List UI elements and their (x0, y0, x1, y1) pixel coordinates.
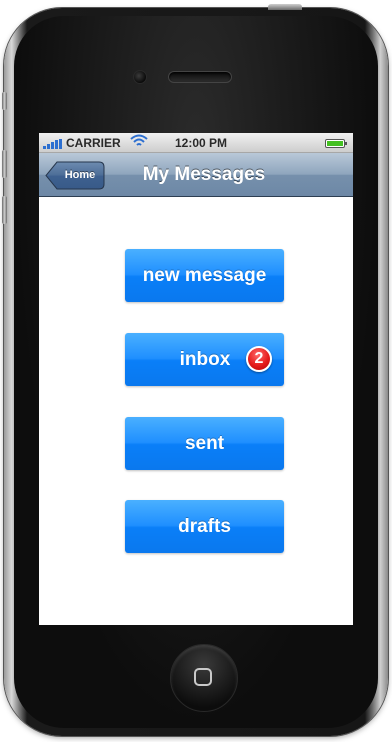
new-message-label: new message (142, 265, 267, 286)
sent-button[interactable]: sent (125, 417, 284, 470)
volume-up-button (2, 150, 7, 178)
home-back-label: Home (64, 169, 96, 181)
home-button[interactable] (170, 644, 238, 712)
page-title: My Messages (142, 164, 266, 185)
carrier-label: CARRIER (66, 136, 121, 150)
wifi-icon (130, 134, 148, 146)
battery-icon (325, 139, 347, 148)
home-back-button[interactable]: Home (45, 161, 105, 190)
inbox-button[interactable]: inbox 2 (125, 333, 284, 386)
new-message-button[interactable]: new message (125, 249, 284, 302)
volume-down-button (2, 196, 7, 224)
power-button (268, 4, 302, 10)
home-square-icon (194, 668, 212, 686)
front-camera (133, 70, 147, 84)
drafts-label: drafts (178, 516, 231, 537)
mute-switch (2, 92, 7, 110)
inbox-label: inbox (179, 349, 231, 370)
status-bar: CARRIER 12:00 PM (39, 133, 353, 153)
earpiece-speaker (168, 71, 232, 83)
unread-count-badge: 2 (246, 346, 272, 372)
sent-label: sent (184, 433, 225, 454)
signal-bars-icon (43, 139, 62, 149)
drafts-button[interactable]: drafts (125, 500, 284, 553)
navigation-bar: Home My Messages (39, 153, 353, 197)
screen: CARRIER 12:00 PM Home My Messages new me… (39, 133, 353, 625)
status-time: 12:00 PM (175, 136, 228, 150)
